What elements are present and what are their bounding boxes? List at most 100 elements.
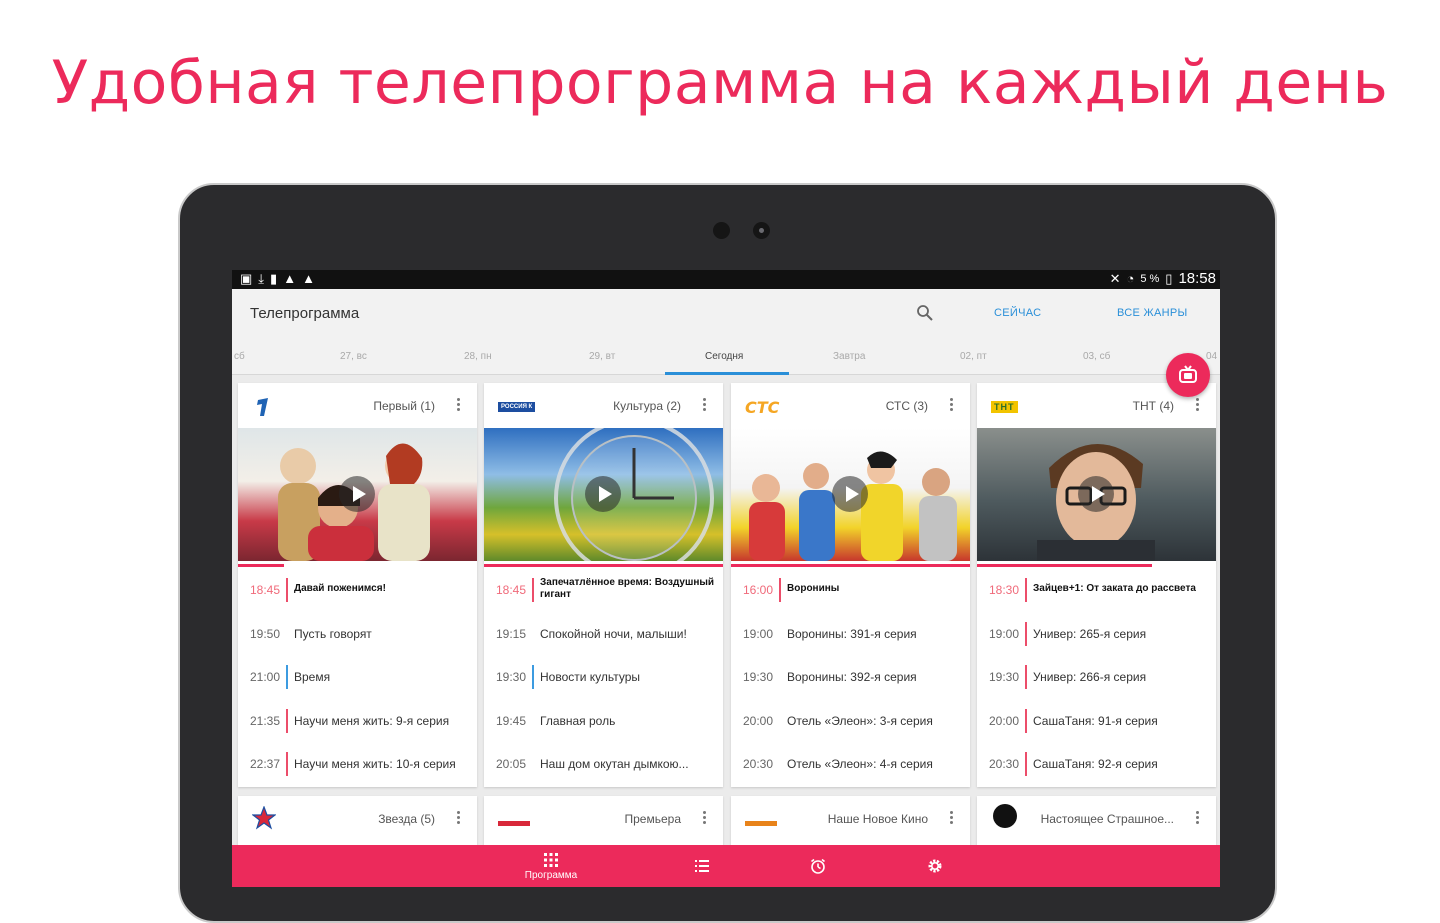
channel-name: ТНТ (4) [1132, 399, 1174, 413]
program-title: Универ: 265-я серия [1033, 627, 1147, 641]
more-icon[interactable] [1192, 809, 1202, 829]
genre-marker [1025, 709, 1027, 733]
program-time: 20:30 [989, 757, 1020, 771]
program-time: 21:35 [250, 714, 281, 728]
tab-day[interactable]: 28, пн [464, 351, 492, 362]
program-row[interactable]: 19:30 Универ: 266-я серия [977, 661, 1216, 693]
program-row[interactable]: 19:30 Новости культуры [484, 661, 723, 693]
genre-marker [779, 578, 781, 602]
program-thumbnail[interactable] [238, 428, 477, 561]
tab-indicator [665, 372, 789, 375]
channel-card[interactable]: РОССИЯ К Культура (2) 18:45 Запечатлённо… [484, 383, 723, 787]
program-thumbnail[interactable] [731, 428, 970, 561]
genre-marker [1025, 665, 1027, 689]
program-row[interactable]: 21:35 Научи меня жить: 9-я серия [238, 705, 477, 737]
genre-marker [286, 578, 288, 602]
program-title: Наш дом окутан дымкою... [540, 757, 689, 771]
program-row[interactable]: 19:15 Спокойной ночи, малыши! [484, 618, 723, 650]
program-row[interactable]: 18:45 Запечатлённое время: Воздушный гиг… [484, 574, 723, 606]
program-title: Воронины: 391-я серия [787, 627, 917, 641]
program-title: Зайцев+1: От заката до рассвета [1033, 583, 1196, 594]
program-row[interactable]: 22:37 Научи меня жить: 10-я серия [238, 748, 477, 780]
program-time: 19:15 [496, 627, 527, 641]
tab-day[interactable]: 03, сб [1083, 351, 1110, 362]
progress-bar [484, 564, 723, 567]
tab-day[interactable]: 27, вс [340, 351, 367, 362]
app-screen: ▣ ⤓ ▮ ▲ ▲ ✕ ◔ 5 % ▯ 18:58 Телепрограмма … [232, 270, 1220, 887]
play-icon[interactable] [339, 476, 375, 512]
program-row[interactable]: 19:50 Пусть говорят [238, 618, 477, 650]
tab-day[interactable]: 02, пт [960, 351, 987, 362]
nav-list[interactable] [687, 845, 717, 887]
channel-card[interactable]: ТНТ ТНТ (4) 18:30 Зайцев+1: От заката до… [977, 383, 1216, 787]
sd-card-icon: ▣ [240, 271, 253, 286]
genre-marker [532, 752, 534, 776]
nav-program[interactable]: Программа [514, 845, 588, 887]
more-icon[interactable] [946, 809, 956, 829]
more-icon[interactable] [699, 809, 709, 829]
program-time: 18:45 [496, 583, 527, 597]
all-genres-button[interactable]: ВСЕ ЖАНРЫ [1117, 307, 1188, 319]
program-title: Пусть говорят [294, 627, 372, 641]
warning-icon: ▲ [302, 271, 315, 286]
tv-icon [1179, 365, 1197, 383]
card-header: РОССИЯ К Культура (2) [484, 383, 723, 428]
channel-name: Звезда (5) [378, 812, 435, 826]
program-row[interactable]: 18:30 Зайцев+1: От заката до рассвета [977, 574, 1216, 606]
genre-marker [1025, 752, 1027, 776]
more-icon[interactable] [946, 396, 956, 416]
channel-card[interactable]: Первый (1) 18:45 Давай поженимся! 19:50 … [238, 383, 477, 787]
genre-marker [532, 622, 534, 646]
progress-bar [238, 564, 284, 567]
nav-program-label: Программа [524, 869, 578, 881]
play-icon[interactable] [585, 476, 621, 512]
tv-fab-button[interactable] [1166, 353, 1210, 397]
tab-day[interactable]: 29, вт [589, 351, 615, 362]
program-row[interactable]: 20:05 Наш дом окутан дымкою... [484, 748, 723, 780]
nav-reminders[interactable] [803, 845, 833, 887]
more-icon[interactable] [453, 396, 463, 416]
channel-name: СТС (3) [885, 399, 928, 413]
genre-marker [1025, 622, 1027, 646]
program-row[interactable]: 20:00 СашаТаня: 91-я серия [977, 705, 1216, 737]
program-row[interactable]: 16:00 Воронины [731, 574, 970, 606]
program-row[interactable]: 19:45 Главная роль [484, 705, 723, 737]
program-row[interactable]: 20:30 Отель «Элеон»: 4-я серия [731, 748, 970, 780]
play-icon[interactable] [832, 476, 868, 512]
list-icon [695, 860, 709, 872]
program-row[interactable]: 18:45 Давай поженимся! [238, 574, 477, 606]
program-title: Воронины [787, 583, 840, 594]
play-icon[interactable] [1078, 476, 1114, 512]
card-header: Первый (1) [238, 383, 477, 428]
more-icon[interactable] [453, 809, 463, 829]
channel-name: Наше Новое Кино [827, 812, 928, 826]
battery-level: 5 % [1140, 272, 1160, 285]
program-time: 22:37 [250, 757, 281, 771]
search-icon[interactable] [916, 304, 934, 322]
channel-logo [252, 397, 274, 417]
program-row[interactable]: 21:00 Время [238, 661, 477, 693]
nav-settings[interactable] [920, 845, 950, 887]
program-row[interactable]: 19:00 Воронины: 391-я серия [731, 618, 970, 650]
tab-day[interactable]: 04 [1206, 351, 1217, 362]
program-time: 16:00 [743, 583, 774, 597]
program-row[interactable]: 19:30 Воронины: 392-я серия [731, 661, 970, 693]
program-time: 20:30 [743, 757, 774, 771]
more-icon[interactable] [1192, 396, 1202, 416]
channel-card[interactable]: СТС СТС (3) 16:00 Воронины 19:00 Воронин… [731, 383, 970, 787]
tab-day[interactable]: Завтра [833, 351, 865, 362]
program-row[interactable]: 19:00 Универ: 265-я серия [977, 618, 1216, 650]
program-title: Новости культуры [540, 670, 641, 684]
program-time: 19:50 [250, 627, 281, 641]
program-row[interactable]: 20:30 СашаТаня: 92-я серия [977, 748, 1216, 780]
more-icon[interactable] [699, 396, 709, 416]
program-thumbnail[interactable] [977, 428, 1216, 561]
genre-marker [779, 622, 781, 646]
program-thumbnail[interactable] [484, 428, 723, 561]
tab-today[interactable]: Сегодня [705, 351, 743, 362]
program-title: Давай поженимся! [294, 583, 386, 594]
program-title: Главная роль [540, 714, 616, 728]
now-button[interactable]: СЕЙЧАС [994, 307, 1041, 319]
tab-day[interactable]: сб [234, 351, 245, 362]
program-row[interactable]: 20:00 Отель «Элеон»: 3-я серия [731, 705, 970, 737]
